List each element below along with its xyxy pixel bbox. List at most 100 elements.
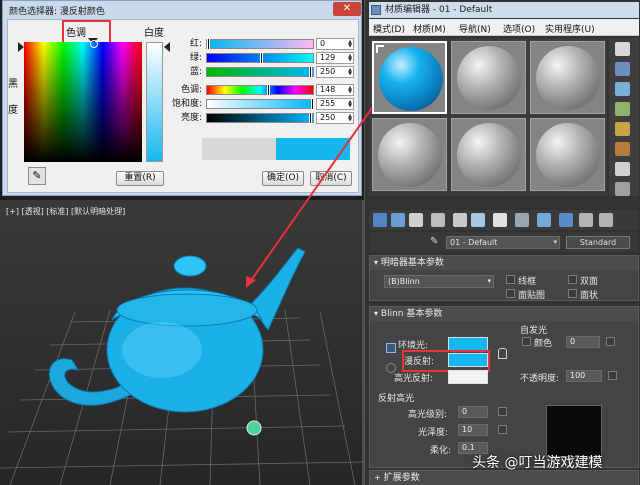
put-to-library-icon[interactable] [493,213,507,227]
specular-level-spinner[interactable]: 0 [458,406,488,418]
blackness-label: 黑 度 [8,79,18,116]
extended-rollout-header[interactable]: + 扩展参数 [370,471,638,485]
color-slider-thumb[interactable] [207,38,210,50]
select-by-material-icon[interactable] [615,182,630,196]
color-slider-spinner[interactable]: 0 ▲ ▼ [316,38,354,50]
sample-slot-2[interactable] [451,41,526,114]
color-slider-track[interactable] [206,66,314,78]
spinner-arrows-icon[interactable]: ▲ ▼ [348,100,352,109]
new-color-swatch [276,138,350,160]
options-icon[interactable] [615,162,630,176]
get-material-icon[interactable] [373,213,387,227]
color-slider-track[interactable] [206,98,314,110]
glossiness-spinner[interactable]: 10 [458,424,488,436]
color-slider-thumb[interactable] [308,66,312,78]
make-preview-icon[interactable] [615,142,630,156]
spinner-arrows-icon[interactable]: ▲ ▼ [348,54,352,63]
assign-material-icon[interactable] [409,213,423,227]
two-sided-checkbox[interactable] [568,275,577,284]
cancel-button[interactable]: 取消(C) [310,171,352,186]
viewport-label[interactable]: [+] [透视] [标准] [默认明暗处理] [6,206,125,217]
go-forward-icon[interactable] [599,213,613,227]
self-illum-heading: 自发光 [520,326,548,336]
specular-level-label: 高光级别: [408,410,448,420]
material-type-button[interactable]: Standard [566,236,630,249]
color-slider-spinner[interactable]: 129 ▲ ▼ [316,52,354,64]
material-name-field[interactable]: 01 - Default ▾ [446,236,560,249]
background-icon[interactable] [615,82,630,96]
show-end-result-icon[interactable] [559,213,573,227]
color-slider-spinner[interactable]: 250 ▲ ▼ [316,66,354,78]
two-sided-label: 双面 [580,277,599,287]
shader-rollout-header[interactable]: ▾ 明暗器基本参数 [370,256,638,270]
color-slider-thumb[interactable] [267,84,271,96]
menu-mode[interactable]: 模式(D) [373,22,405,35]
sample-slot-4[interactable] [372,118,447,191]
spinner-arrows-icon[interactable]: ▲ ▼ [348,86,352,95]
self-illum-map-button[interactable] [606,337,615,346]
sample-slot-5[interactable] [451,118,526,191]
color-slider-track[interactable] [206,112,314,124]
ok-button[interactable]: 确定(O) [262,171,304,186]
sample-slot-1[interactable] [372,41,447,114]
opacity-label: 不透明度: [520,374,560,384]
eyedropper-icon[interactable]: ✎ [28,167,46,185]
color-slider-spinner[interactable]: 250 ▲ ▼ [316,112,354,124]
reset-map-icon[interactable] [431,213,445,227]
faceted-label: 面状 [580,291,599,301]
glossiness-map-button[interactable] [498,425,507,434]
backlight-icon[interactable] [615,62,630,76]
specular-color-swatch[interactable] [448,370,488,384]
color-slider-spinner[interactable]: 148 ▲ ▼ [316,84,354,96]
hue-blackness-field[interactable] [24,42,142,162]
go-to-parent-icon[interactable] [579,213,593,227]
color-picker-title: 颜色选择器: 漫反射颜色 [9,7,105,17]
color-slider-track[interactable] [206,52,314,64]
blinn-rollout-header[interactable]: ▾ Blinn 基本参数 [370,307,638,321]
video-check-icon[interactable] [615,122,630,136]
lock-icon[interactable] [498,348,507,359]
opacity-spinner[interactable]: 100 [566,370,602,382]
shader-basic-rollout: ▾ 明暗器基本参数 (B)Blinn ▾ 线框 双面 面贴图 面状 [369,255,639,301]
uv-tiling-icon[interactable] [615,102,630,116]
wire-checkbox[interactable] [506,275,515,284]
extended-rollout-title: 扩展参数 [383,473,420,483]
copy-material-icon[interactable] [453,213,467,227]
reset-button[interactable]: 重置(R) [116,171,164,186]
sample-slot-3[interactable] [530,41,605,114]
menu-navigation[interactable]: 导航(N) [459,22,491,35]
menu-material[interactable]: 材质(M) [413,22,446,35]
hue-cursor[interactable] [90,40,98,48]
color-slider-thumb[interactable] [311,98,314,110]
self-illum-color-checkbox[interactable] [522,337,531,346]
specular-level-map-button[interactable] [498,407,507,416]
close-button[interactable]: ✕ [333,2,361,16]
color-slider-label: 色调: [180,85,202,95]
sample-type-icon[interactable] [615,42,630,56]
spinner-arrows-icon[interactable]: ▲ ▼ [348,68,352,77]
pick-material-eyedropper-icon[interactable]: ✎ [430,236,438,247]
lock-ambient-diffuse-icon[interactable] [386,343,396,353]
faceted-checkbox[interactable] [568,289,577,298]
shader-type-dropdown[interactable]: (B)Blinn ▾ [384,275,494,288]
viewport-perspective[interactable]: [+] [透视] [标准] [默认明暗处理] [0,200,364,485]
ambient-color-swatch[interactable] [448,337,488,351]
menu-options[interactable]: 选项(O) [503,22,535,35]
material-sphere [378,123,442,187]
color-slider-track[interactable] [206,38,314,50]
color-slider-thumb[interactable] [308,112,312,124]
spinner-arrows-icon[interactable]: ▲ ▼ [348,114,352,123]
self-illum-spinner[interactable]: 0 [566,336,600,348]
spinner-arrows-icon[interactable]: ▲ ▼ [348,40,352,49]
opacity-map-button[interactable] [608,371,617,380]
face-map-checkbox[interactable] [506,289,515,298]
make-unique-icon[interactable] [471,213,485,227]
color-slider-spinner[interactable]: 255 ▲ ▼ [316,98,354,110]
material-id-channel-icon[interactable] [515,213,529,227]
color-slider-thumb[interactable] [260,52,264,64]
sample-slot-6[interactable] [530,118,605,191]
put-to-scene-icon[interactable] [391,213,405,227]
color-slider-track[interactable] [206,84,314,96]
menu-utilities[interactable]: 实用程序(U) [545,22,595,35]
show-shaded-in-viewport-icon[interactable] [537,213,551,227]
